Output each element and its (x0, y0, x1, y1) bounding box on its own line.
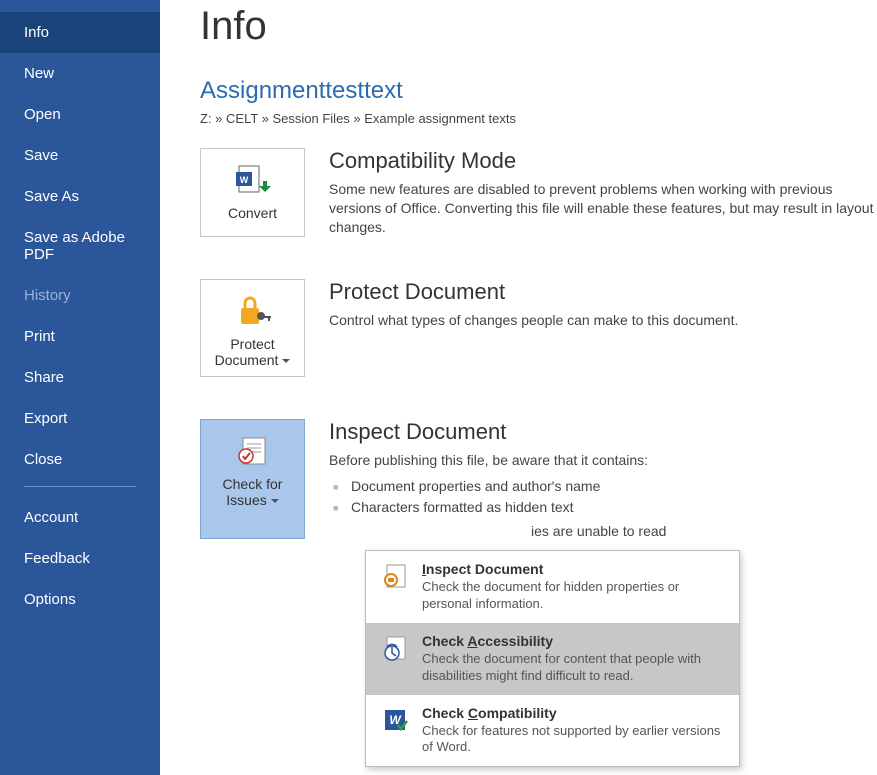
sidebar-item-history: History (0, 275, 160, 316)
dropdown-icon (380, 561, 410, 613)
main-panel: Info Assignmenttesttext Z: » CELT » Sess… (160, 0, 877, 775)
inspect-heading: Inspect Document (329, 419, 877, 445)
lock-icon (235, 292, 271, 330)
dropdown-icon: W (380, 705, 410, 757)
dropdown-item-check-accessibility[interactable]: Check Accessibility Check the document fo… (366, 623, 739, 695)
sidebar-item-open[interactable]: Open (0, 94, 160, 135)
dropdown-icon (380, 633, 410, 685)
inspect-truncated: ies are unable to read (329, 523, 877, 539)
sidebar-divider (24, 486, 136, 487)
protect-text: Control what types of changes people can… (329, 311, 877, 330)
dropdown-title: Inspect Document (422, 561, 725, 577)
sidebar-item-export[interactable]: Export (0, 398, 160, 439)
compatibility-heading: Compatibility Mode (329, 148, 877, 174)
compatibility-section: W Convert Compatibility Mode Some new fe… (200, 148, 877, 237)
check-issues-dropdown: Inspect Document Check the document for h… (365, 550, 740, 767)
sidebar-item-save-as[interactable]: Save As (0, 176, 160, 217)
inspect-bullets: Document properties and author's nameCha… (329, 476, 877, 519)
sidebar-item-share[interactable]: Share (0, 357, 160, 398)
sidebar-item-account[interactable]: Account (0, 497, 160, 538)
inspect-section: Check for Issues Inspect Document Before… (200, 419, 877, 539)
sidebar-item-feedback[interactable]: Feedback (0, 538, 160, 579)
inspect-bullet: Characters formatted as hidden text (329, 497, 877, 519)
dropdown-desc: Check the document for hidden properties… (422, 579, 725, 613)
convert-button[interactable]: W Convert (200, 148, 305, 237)
dropdown-item-inspect-document[interactable]: Inspect Document Check the document for h… (366, 551, 739, 623)
compatibility-text: Some new features are disabled to preven… (329, 180, 877, 237)
check-issues-label: Check for Issues (207, 476, 298, 508)
sidebar-item-new[interactable]: New (0, 53, 160, 94)
protect-button-label: Protect Document (207, 336, 298, 368)
sidebar-item-save[interactable]: Save (0, 135, 160, 176)
backstage-sidebar: InfoNewOpenSaveSave AsSave as Adobe PDFH… (0, 0, 160, 775)
page-title: Info (200, 4, 877, 49)
document-title: Assignmenttesttext (200, 77, 877, 105)
breadcrumb: Z: » CELT » Session Files » Example assi… (200, 111, 877, 126)
dropdown-desc: Check for features not supported by earl… (422, 723, 725, 757)
sidebar-item-save-as-adobe-pdf[interactable]: Save as Adobe PDF (0, 217, 160, 275)
dropdown-title: Check Accessibility (422, 633, 725, 649)
protect-section: Protect Document Protect Document Contro… (200, 279, 877, 377)
protect-heading: Protect Document (329, 279, 877, 305)
inspect-intro: Before publishing this file, be aware th… (329, 451, 877, 470)
sidebar-item-options[interactable]: Options (0, 579, 160, 620)
dropdown-item-check-compatibility[interactable]: W Check Compatibility Check for features n… (366, 695, 739, 767)
inspect-bullet: Document properties and author's name (329, 476, 877, 498)
dropdown-desc: Check the document for content that peop… (422, 651, 725, 685)
check-for-issues-button[interactable]: Check for Issues (200, 419, 305, 539)
protect-document-button[interactable]: Protect Document (200, 279, 305, 377)
dropdown-title: Check Compatibility (422, 705, 725, 721)
sidebar-item-print[interactable]: Print (0, 316, 160, 357)
convert-button-label: Convert (228, 205, 277, 221)
sidebar-item-close[interactable]: Close (0, 439, 160, 480)
word-convert-icon: W (233, 161, 273, 199)
check-issues-icon (235, 432, 271, 470)
sidebar-item-info[interactable]: Info (0, 12, 160, 53)
svg-text:W: W (389, 713, 402, 727)
svg-text:W: W (239, 175, 248, 185)
